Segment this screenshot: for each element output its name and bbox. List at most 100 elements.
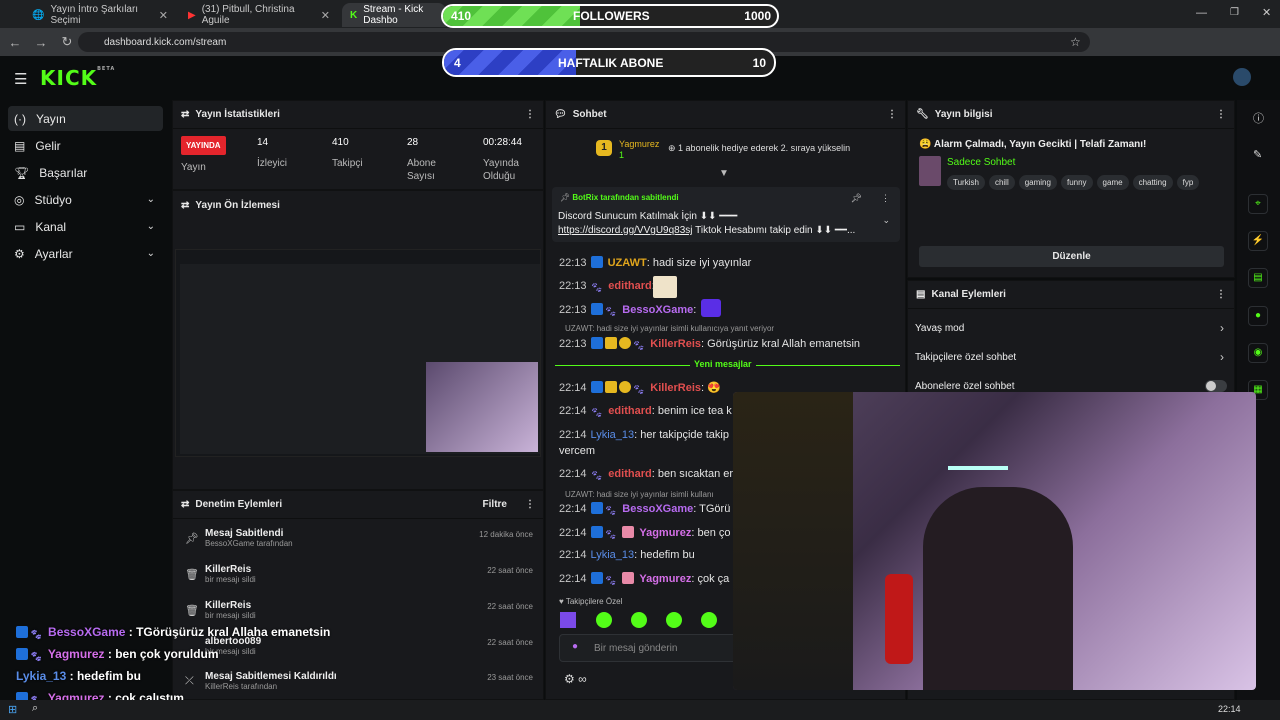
- rail-button-icon[interactable]: ⌖: [1248, 194, 1268, 214]
- windows-start-icon[interactable]: ⊞: [8, 703, 17, 716]
- chat-message[interactable]: 22:14 🐾︎ KillerReis: 😍: [559, 381, 721, 397]
- tag[interactable]: fyp: [1176, 175, 1200, 190]
- subs-only-toggle[interactable]: [1205, 380, 1227, 392]
- minimize-icon[interactable]: —: [1196, 7, 1207, 19]
- info-icon[interactable]: ⓘ: [1253, 110, 1264, 126]
- tag[interactable]: chill: [988, 175, 1015, 190]
- channel-actions-icon: ▤: [916, 289, 926, 300]
- neon-light: [948, 410, 1008, 470]
- chat-time: 22:14: [559, 382, 587, 394]
- webcam-feed: [733, 392, 1256, 690]
- chevron-down-icon[interactable]: ⌄: [882, 215, 890, 226]
- chat-message[interactable]: 22:14 🐾︎ Yagmurez: ben ço: [559, 526, 730, 542]
- bookmark-star-icon[interactable]: ☆: [1070, 35, 1081, 49]
- mod-title: KillerReis: [205, 600, 252, 611]
- tag[interactable]: game: [1096, 175, 1129, 190]
- menu-icon[interactable]: ☰: [14, 70, 27, 88]
- tag[interactable]: Turkish: [947, 175, 985, 190]
- forward-icon[interactable]: →: [28, 35, 54, 50]
- browser-tab[interactable]: 🌐 Yayın İntro Şarkıları Seçimi ✕: [24, 3, 176, 27]
- kebab-icon[interactable]: ⋮: [881, 193, 890, 204]
- search-icon[interactable]: ⌕: [32, 702, 38, 715]
- chat-message[interactable]: 22:13🐾︎ edithard:: [559, 276, 677, 298]
- tag[interactable]: chatting: [1132, 175, 1173, 190]
- browser-tab[interactable]: ▶ (31) Pitbull, Christina Aguile ✕: [180, 3, 338, 27]
- chat-message[interactable]: 22:14 Lykia_13: hedefim bu: [559, 549, 695, 561]
- kebab-icon[interactable]: ⋮: [525, 499, 535, 510]
- rank-badge-icon: [618, 381, 631, 393]
- subs-only-action[interactable]: Abonelere özel sohbet: [915, 381, 1015, 392]
- kebab-icon[interactable]: ⋮: [525, 109, 535, 120]
- reload-icon[interactable]: ↻: [54, 34, 80, 50]
- emote-icon[interactable]: [666, 612, 682, 628]
- browser-tab-active[interactable]: K Stream - Kick Dashbo: [342, 3, 446, 27]
- filter-button[interactable]: Filtre: [483, 499, 507, 510]
- beta-label: BETA: [97, 66, 116, 72]
- pencil-icon[interactable]: ✎: [1253, 148, 1262, 161]
- kebab-icon[interactable]: ⋮: [887, 109, 897, 120]
- gift-prompt[interactable]: ⊕ 1 abonelik hediye ederek 2. sıraya yük…: [668, 143, 850, 154]
- sidebar-item-basarilar[interactable]: 🏆︎ Başarılar: [8, 160, 163, 185]
- chat-bubble-icon[interactable]: ●: [1248, 306, 1268, 326]
- os-taskbar: ⊞ ⌕ 22:14: [0, 700, 1280, 720]
- chat-message[interactable]: 22:13 🐾︎ KillerReis: Görüşürüz kral Allah…: [559, 337, 860, 353]
- chat-message[interactable]: 22:14 🐾︎ BessoXGame: TGörü: [559, 502, 730, 518]
- chat-user: UZAWT: [607, 257, 647, 269]
- category-name[interactable]: Sadece Sohbet: [947, 157, 1015, 168]
- chat-message[interactable]: 22:13 UZAWT: hadi size iyi yayınlar: [559, 256, 751, 269]
- emote-icon[interactable]: [631, 612, 647, 628]
- close-window-icon[interactable]: ✕: [1262, 6, 1271, 19]
- edit-button[interactable]: Düzenle: [919, 246, 1224, 267]
- chat-message[interactable]: 22:13 🐾︎ BessoXGame:: [559, 299, 721, 319]
- kebab-icon[interactable]: ⋮: [1216, 109, 1226, 120]
- chat-message[interactable]: 22:14 Lykia_13: her takipçide takip: [559, 429, 729, 441]
- close-icon[interactable]: ✕: [159, 9, 168, 22]
- chat-text: hadi size iyi yayınlar: [652, 257, 752, 269]
- tag[interactable]: gaming: [1018, 175, 1057, 190]
- note-icon[interactable]: ▤: [1248, 268, 1268, 288]
- back-icon[interactable]: ←: [2, 35, 28, 50]
- kebab-icon[interactable]: ⋮: [1216, 289, 1226, 300]
- sidebar-item-studyo[interactable]: ◎ Stüdyo ⌄: [8, 187, 163, 212]
- tag[interactable]: funny: [1060, 175, 1093, 190]
- maximize-icon[interactable]: ❐: [1230, 7, 1239, 18]
- collapse-icon[interactable]: ▼: [719, 168, 729, 179]
- chevron-right-icon[interactable]: ›: [1220, 321, 1224, 335]
- pinned-link[interactable]: https://discord.gg/VVgU9q83sj: [558, 225, 693, 236]
- mod-time: 12 dakika önce: [479, 530, 533, 539]
- followers-label: FOLLOWERS: [573, 9, 650, 23]
- lightning-icon[interactable]: ⚡: [1248, 231, 1268, 251]
- taskbar-clock: 22:14: [1218, 704, 1241, 714]
- sidebar-item-yayin[interactable]: (·) Yayın: [8, 106, 163, 131]
- chat-message[interactable]: 22:14 🐾︎ edithard: benim ice tea k: [559, 405, 732, 420]
- emote-icon[interactable]: [596, 612, 612, 628]
- unpin-icon[interactable]: 📌︎: [851, 193, 862, 204]
- emote-grid-icon[interactable]: [560, 612, 576, 628]
- stat-label: Abone Sayısı: [407, 158, 436, 182]
- chat-text: Görüşürüz kral Allah emanetsin: [707, 338, 861, 350]
- chat-message[interactable]: 22:14 🐾︎ Yagmurez: çok ça: [559, 572, 729, 588]
- pinned-message[interactable]: 📌︎ BotRix tarafından sabitlendi 📌︎ ⋮ Dis…: [552, 187, 900, 242]
- chat-settings-icon[interactable]: ⚙ ∞: [564, 672, 587, 686]
- stat-label: Yayında Olduğu: [483, 158, 519, 182]
- overlay-text: ben çok yoruldum: [115, 647, 219, 661]
- sidebar-item-gelir[interactable]: ▤ Gelir: [8, 133, 163, 158]
- chat-input[interactable]: ● Bir mesaj gönderin: [559, 634, 739, 662]
- chat-message-continuation: vercem: [559, 445, 595, 457]
- chat-time: 22:14: [559, 503, 587, 515]
- overlay-chat-line: 🐾︎ Yagmurez : ben çok yoruldum: [16, 647, 219, 664]
- gift-text: 1 abonelik hediye ederek 2. sıraya yükse…: [678, 143, 851, 153]
- broadcast-rail-icon[interactable]: ◉: [1248, 343, 1268, 363]
- sidebar-item-kanal[interactable]: ▭ Kanal ⌄: [8, 214, 163, 239]
- kick-logo[interactable]: KICKBETA: [40, 66, 115, 90]
- verified-icon: [16, 648, 28, 660]
- followers-only-action[interactable]: Takipçilere özel sohbet: [915, 352, 1016, 363]
- sidebar-item-ayarlar[interactable]: ⚙ Ayarlar ⌄: [8, 241, 163, 266]
- close-icon[interactable]: ✕: [321, 9, 330, 22]
- preview-video[interactable]: [175, 249, 541, 457]
- slow-mode-action[interactable]: Yavaş mod: [915, 323, 964, 334]
- chat-message[interactable]: 22:14 🐾︎ edithard: ben sıcaktan er: [559, 468, 733, 483]
- avatar[interactable]: [1233, 68, 1251, 86]
- emote-icon[interactable]: [701, 612, 717, 628]
- chevron-right-icon[interactable]: ›: [1220, 350, 1224, 364]
